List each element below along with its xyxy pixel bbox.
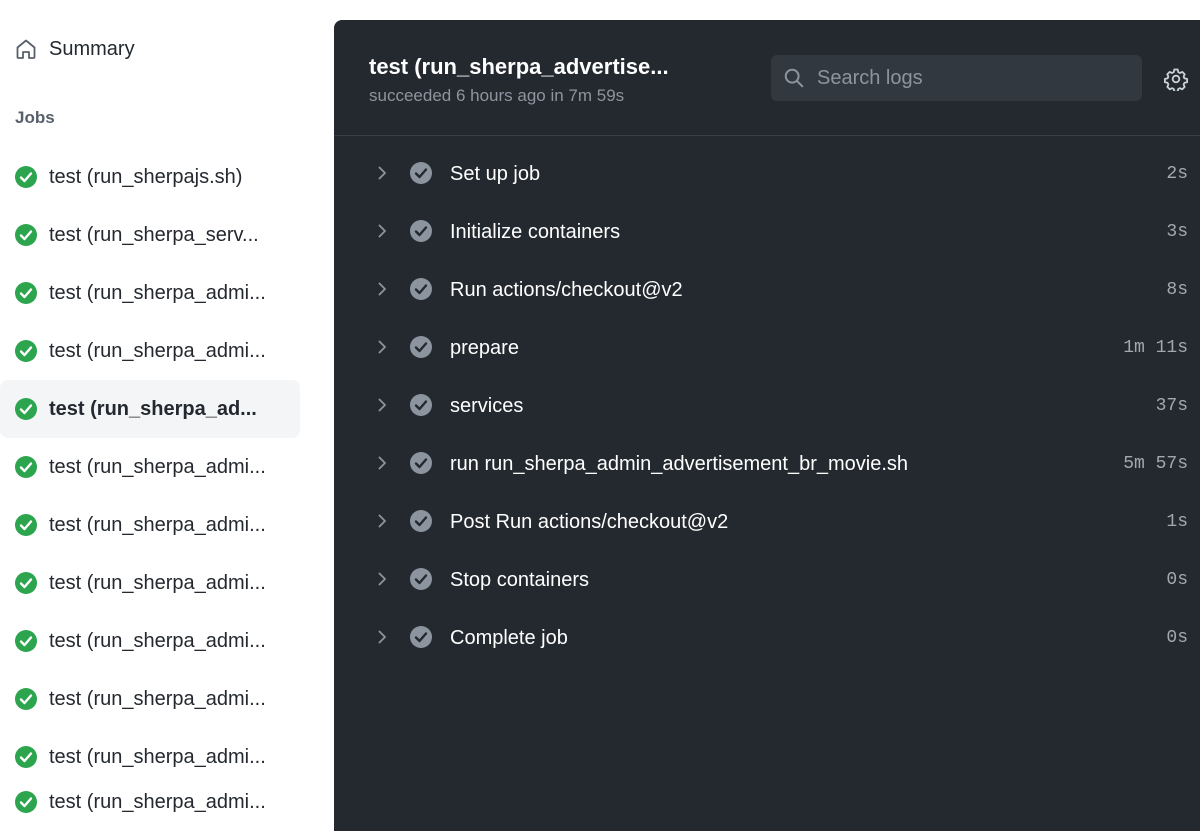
job-label: test (run_sherpa_admi... <box>49 791 266 813</box>
search-logs-input[interactable] <box>817 55 1127 101</box>
step-row[interactable]: prepare 1m 11s <box>354 319 1200 377</box>
gear-icon[interactable] <box>1164 67 1188 91</box>
job-label: test (run_sherpa_admi... <box>49 746 266 768</box>
step-row[interactable]: Post Run actions/checkout@v2 1s <box>354 493 1200 551</box>
step-row[interactable]: Initialize containers 3s <box>354 203 1200 261</box>
chevron-right-icon <box>378 630 386 644</box>
job-label: test (run_sherpa_admi... <box>49 456 266 478</box>
step-label: Initialize containers <box>450 221 621 243</box>
chevron-right-icon <box>378 166 386 180</box>
step-check-icon <box>410 452 432 474</box>
summary-link[interactable]: Summary <box>0 22 300 76</box>
job-item[interactable]: test (run_sherpa_admi... <box>0 438 300 496</box>
job-label: test (run_sherpa_admi... <box>49 282 266 304</box>
job-label: test (run_sherpa_admi... <box>49 340 266 362</box>
sidebar: Summary Jobs test (run_sherpajs.sh) test… <box>0 0 334 831</box>
job-label: test (run_sherpajs.sh) <box>49 166 243 188</box>
step-check-icon <box>410 568 432 590</box>
success-check-icon <box>15 630 37 652</box>
success-check-icon <box>15 282 37 304</box>
step-check-icon <box>410 220 432 242</box>
step-duration: 0s <box>1166 628 1188 648</box>
job-item[interactable]: test (run_sherpa_serv... <box>0 206 300 264</box>
step-row[interactable]: Complete job 0s <box>354 609 1200 667</box>
chevron-right-icon <box>378 398 386 412</box>
job-item[interactable]: test (run_sherpa_admi... <box>0 612 300 670</box>
search-icon <box>784 68 804 88</box>
home-icon <box>16 39 36 59</box>
step-duration: 2s <box>1166 164 1188 184</box>
step-duration: 1m 11s <box>1123 338 1188 358</box>
step-duration: 0s <box>1166 570 1188 590</box>
success-check-icon <box>15 340 37 362</box>
success-check-icon <box>15 398 37 420</box>
job-item[interactable]: test (run_sherpajs.sh) <box>0 148 300 206</box>
step-row[interactable]: run run_sherpa_admin_advertisement_br_mo… <box>354 435 1200 493</box>
step-row[interactable]: Set up job 2s <box>354 145 1200 203</box>
step-row[interactable]: services 37s <box>354 377 1200 435</box>
job-label: test (run_sherpa_admi... <box>49 630 266 652</box>
job-item[interactable]: test (run_sherpa_admi... <box>0 773 300 831</box>
job-label: test (run_sherpa_admi... <box>49 514 266 536</box>
step-label: Run actions/checkout@v2 <box>450 279 683 301</box>
success-check-icon <box>15 456 37 478</box>
success-check-icon <box>15 791 37 813</box>
jobs-heading: Jobs <box>15 108 55 127</box>
step-duration: 3s <box>1166 222 1188 242</box>
summary-label: Summary <box>49 38 135 60</box>
step-check-icon <box>410 510 432 532</box>
success-check-icon <box>15 166 37 188</box>
step-duration: 1s <box>1166 512 1188 532</box>
step-check-icon <box>410 278 432 300</box>
job-label: test (run_sherpa_ad... <box>49 398 257 420</box>
job-item[interactable]: test (run_sherpa_admi... <box>0 322 300 380</box>
job-item[interactable]: test (run_sherpa_admi... <box>0 554 300 612</box>
step-label: services <box>450 395 524 417</box>
step-label: Complete job <box>450 627 568 649</box>
success-check-icon <box>15 572 37 594</box>
job-title: test (run_sherpa_advertise... <box>369 54 669 79</box>
chevron-right-icon <box>378 282 386 296</box>
chevron-right-icon <box>378 456 386 470</box>
success-check-icon <box>15 688 37 710</box>
job-log-panel: test (run_sherpa_advertise... succeeded … <box>334 20 1200 831</box>
step-row[interactable]: Run actions/checkout@v2 8s <box>354 261 1200 319</box>
success-check-icon <box>15 746 37 768</box>
step-check-icon <box>410 336 432 358</box>
step-label: Set up job <box>450 163 541 185</box>
chevron-right-icon <box>378 340 386 354</box>
step-label: run run_sherpa_admin_advertisement_br_mo… <box>450 453 909 475</box>
job-status-text: succeeded 6 hours ago in 7m 59s <box>369 86 625 105</box>
job-item[interactable]: test (run_sherpa_admi... <box>0 670 300 728</box>
job-label: test (run_sherpa_serv... <box>49 224 259 246</box>
step-row[interactable]: Stop containers 0s <box>354 551 1200 609</box>
search-logs-box[interactable] <box>771 55 1142 101</box>
step-check-icon <box>410 394 432 416</box>
success-check-icon <box>15 224 37 246</box>
step-label: prepare <box>450 337 519 359</box>
job-item[interactable]: test (run_sherpa_admi... <box>0 496 300 554</box>
chevron-right-icon <box>378 224 386 238</box>
job-item-active[interactable]: test (run_sherpa_ad... <box>0 380 300 438</box>
step-label: Post Run actions/checkout@v2 <box>450 511 729 533</box>
step-duration: 37s <box>1155 396 1188 416</box>
step-duration: 5m 57s <box>1123 454 1188 474</box>
header-divider <box>334 135 1200 136</box>
chevron-right-icon <box>378 572 386 586</box>
step-label: Stop containers <box>450 569 589 591</box>
step-check-icon <box>410 626 432 648</box>
success-check-icon <box>15 514 37 536</box>
step-duration: 8s <box>1166 280 1188 300</box>
step-check-icon <box>410 162 432 184</box>
job-item[interactable]: test (run_sherpa_admi... <box>0 264 300 322</box>
job-label: test (run_sherpa_admi... <box>49 572 266 594</box>
job-label: test (run_sherpa_admi... <box>49 688 266 710</box>
chevron-right-icon <box>378 514 386 528</box>
